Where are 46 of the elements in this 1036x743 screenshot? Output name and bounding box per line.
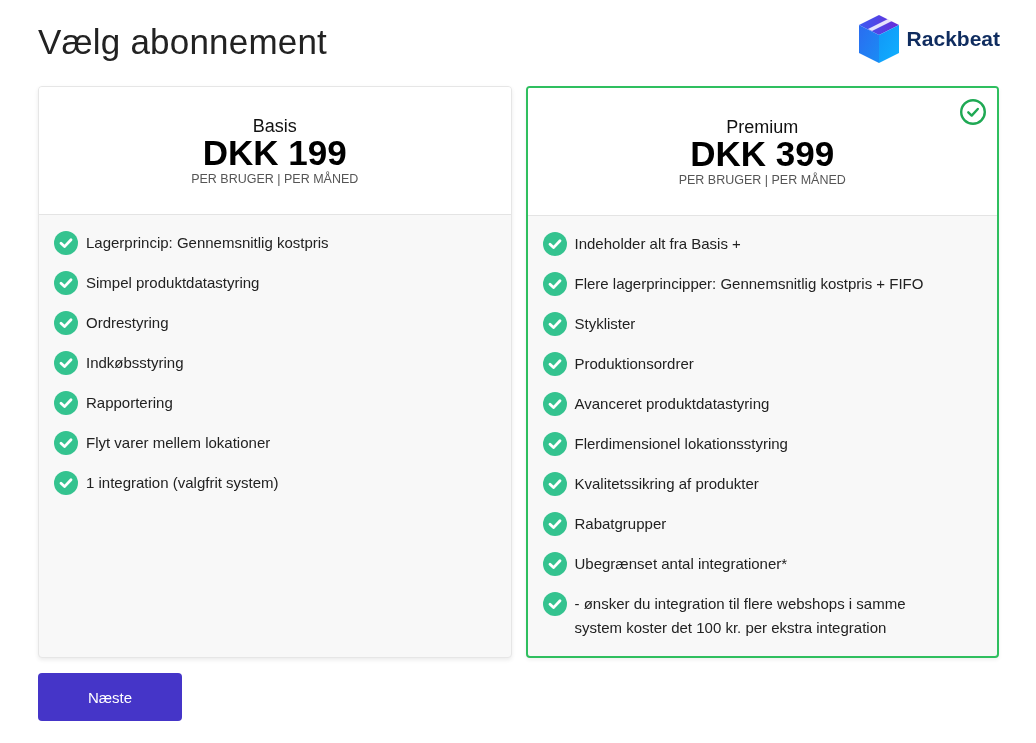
page-title: Vælg abonnement <box>38 22 328 62</box>
check-icon <box>54 391 78 415</box>
check-icon <box>54 471 78 495</box>
price-unit: PER BRUGER | PER MÅNED <box>677 171 847 189</box>
check-icon <box>542 432 567 456</box>
check-icon <box>54 311 78 335</box>
feature-text: Rapportering <box>86 393 173 413</box>
logo-wordmark: Rackbeat <box>906 26 1000 52</box>
feature-text: Ordrestyring <box>86 313 169 333</box>
feature-text: Kvalitetssikring af produkter <box>574 474 759 494</box>
next-button[interactable]: Næste <box>38 673 182 721</box>
feature-text: Indkøbsstyring <box>86 353 184 373</box>
plan-name: Basis <box>251 116 298 136</box>
feature-text: Avanceret produktdatastyring <box>574 394 770 414</box>
check-icon <box>542 472 567 496</box>
feature-text: 1 integration (valgfrit system) <box>86 473 279 493</box>
price-unit: PER BRUGER | PER MÅNED <box>190 170 360 188</box>
plan-name: Premium <box>725 117 800 137</box>
feature-text: Rabatgrupper <box>574 514 667 534</box>
feature-text: Flyt varer mellem lokationer <box>86 433 271 453</box>
plan-price: DKK 399 <box>689 137 835 171</box>
feature-text: Styklister <box>574 314 636 334</box>
feature-text: - ønsker du integration til flere webshops i samme system koster det 100 kr. per ekstra integration <box>574 594 907 638</box>
check-icon <box>54 231 78 255</box>
check-icon <box>542 392 567 416</box>
feature-text: Indeholder alt fra Basis + <box>574 234 741 254</box>
check-circle-icon <box>960 99 986 125</box>
check-icon <box>54 431 78 455</box>
feature-text: Lagerprincip: Gennemsnitlig kostpris <box>86 233 329 253</box>
check-icon <box>542 272 567 296</box>
check-icon <box>542 512 567 536</box>
check-icon <box>54 271 78 295</box>
plan-price: DKK 199 <box>201 136 347 170</box>
check-icon <box>542 352 567 376</box>
feature-text: Ubegrænset antal integrationer* <box>574 554 788 574</box>
feature-text: Flere lagerprincipper: Gennemsnitlig kostpris + FIFO <box>574 274 924 294</box>
check-icon <box>54 351 78 375</box>
check-icon <box>542 312 567 336</box>
cube-logo-icon <box>858 15 899 63</box>
check-icon <box>542 552 567 576</box>
feature-text: Produktionsordrer <box>574 354 694 374</box>
plan-card[interactable] <box>525 86 999 658</box>
check-icon <box>542 592 567 616</box>
feature-text: Flerdimensionel lokationsstyring <box>574 434 788 454</box>
check-icon <box>542 232 567 256</box>
feature-text: Simpel produktdatastyring <box>86 273 260 293</box>
